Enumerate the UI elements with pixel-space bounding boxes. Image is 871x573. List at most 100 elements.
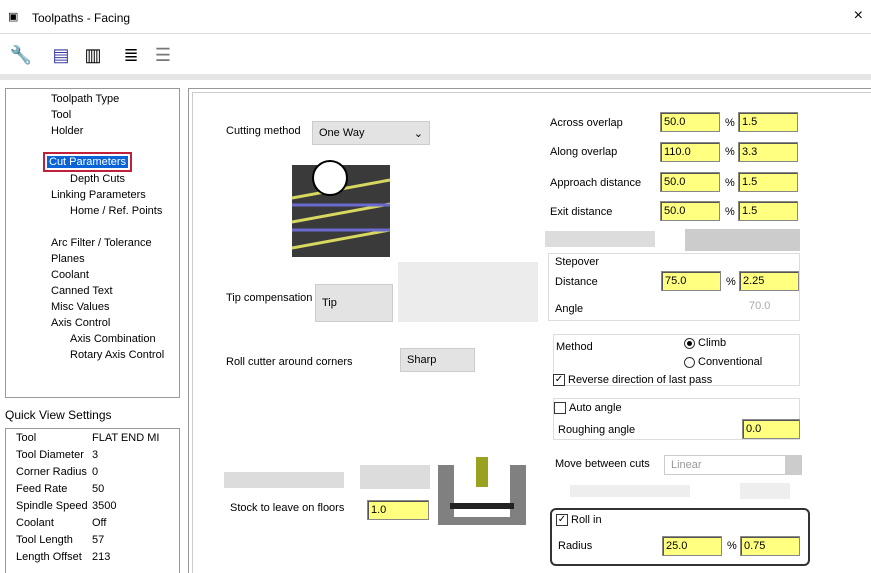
tree-item-cut-parameters[interactable]: Cut Parameters <box>42 152 133 172</box>
tree-item-tool[interactable]: Tool <box>51 109 71 121</box>
across-overlap-pct-input[interactable]: 50.0 <box>660 112 720 132</box>
move-between-cuts-value: Linear <box>671 459 702 471</box>
stepover-distance-label: Distance <box>555 276 598 288</box>
conventional-radio[interactable]: Conventional <box>684 356 762 368</box>
reverse-last-pass-label: Reverse direction of last pass <box>568 374 713 386</box>
climb-radio[interactable]: Climb <box>684 337 726 349</box>
roughing-angle-input[interactable]: 0.0 <box>742 419 800 439</box>
qv-value: FLAT END MI <box>92 432 160 444</box>
tree-item-linking-parameters[interactable]: Linking Parameters <box>51 189 146 201</box>
stepover-pct-input[interactable]: 75.0 <box>661 271 721 291</box>
qv-value: 3 <box>92 449 99 461</box>
angle-group: Auto angle Roughing angle 0.0 <box>553 398 800 440</box>
approach-distance-pct-input[interactable]: 50.0 <box>660 172 720 192</box>
along-overlap-input[interactable]: 3.3 <box>738 142 798 162</box>
approach-distance-input[interactable]: 1.5 <box>738 172 798 192</box>
paste-params-icon[interactable]: ☰ <box>150 40 176 70</box>
copy-params-icon[interactable]: ≣ <box>118 40 144 70</box>
toolbar: 🔧 ▤ ▥ ≣ ☰ <box>0 34 871 80</box>
cutting-method-label: Cutting method <box>226 125 301 137</box>
move-between-cuts-label: Move between cuts <box>555 458 650 470</box>
tree-item-planes[interactable]: Planes <box>51 253 85 265</box>
auto-angle-checkbox[interactable]: Auto angle <box>554 402 622 415</box>
roll-cutter-select[interactable]: Sharp <box>400 348 475 372</box>
exit-distance-pct-input[interactable]: 50.0 <box>660 201 720 221</box>
qv-key: Feed Rate <box>16 483 68 495</box>
save-icon[interactable]: ▤ <box>48 40 74 70</box>
tip-compensation-preview <box>398 262 538 322</box>
stepover-input[interactable]: 2.25 <box>739 271 799 291</box>
roll-in-pct-input[interactable]: 25.0 <box>662 536 722 556</box>
exit-distance-label: Exit distance <box>550 206 613 218</box>
qv-key: Tool Length <box>16 534 73 546</box>
qv-key: Tool Diameter <box>16 449 84 461</box>
roll-in-label: Roll in <box>571 514 602 526</box>
tree-item-toolpath-type[interactable]: Toolpath Type <box>51 93 119 105</box>
qv-key: Coolant <box>16 517 54 529</box>
roll-cutter-value: Sharp <box>407 354 437 366</box>
tree-item-rotary-axis-control[interactable]: Rotary Axis Control <box>70 349 164 361</box>
approach-distance-label: Approach distance <box>550 177 642 189</box>
qv-value: 0 <box>92 466 99 478</box>
tip-compensation-label: Tip compensation <box>226 292 313 304</box>
across-overlap-input[interactable]: 1.5 <box>738 112 798 132</box>
percent-sign: % <box>727 540 737 552</box>
tree-item-misc-values[interactable]: Misc Values <box>51 301 109 313</box>
tree-item-axis-combination[interactable]: Axis Combination <box>70 333 156 345</box>
percent-sign: % <box>725 117 735 129</box>
along-overlap-pct-input[interactable]: 110.0 <box>660 142 720 162</box>
tree-item-coolant[interactable]: Coolant <box>51 269 89 281</box>
window-title: Toolpaths - Facing <box>32 11 131 25</box>
qv-value: Off <box>92 517 107 529</box>
conventional-label: Conventional <box>698 356 763 368</box>
stepover-angle-input[interactable]: 70.0 <box>749 300 770 312</box>
percent-sign: % <box>725 206 735 218</box>
tree-item-holder[interactable]: Holder <box>51 125 83 137</box>
checkbox-unchecked-icon <box>554 402 566 415</box>
checkbox-checked-icon: ✓ <box>556 514 568 527</box>
stepover-angle-label: Angle <box>555 303 584 315</box>
qv-key: Tool <box>16 432 37 444</box>
move-between-cuts-select[interactable]: Linear <box>664 455 802 475</box>
checkbox-checked-icon: ✓ <box>553 374 565 387</box>
quick-view-label: Quick View Settings <box>5 408 112 422</box>
tool-icon[interactable]: 🔧 <box>8 40 34 70</box>
stock-floors-input[interactable]: 1.0 <box>367 500 429 520</box>
qv-value: 57 <box>92 534 105 546</box>
cutting-method-select[interactable]: One Way ⌄ <box>312 121 430 145</box>
qv-key: Corner Radius <box>16 466 87 478</box>
exit-distance-input[interactable]: 1.5 <box>738 201 798 221</box>
qv-value: 3500 <box>92 500 117 512</box>
tree-item-arc-filter[interactable]: Arc Filter / Tolerance <box>51 237 152 249</box>
disabled-field <box>545 231 655 247</box>
reverse-last-pass-checkbox[interactable]: ✓ Reverse direction of last pass <box>553 374 713 387</box>
tree-item-depth-cuts[interactable]: Depth Cuts <box>70 173 125 185</box>
roll-in-radius-label: Radius <box>558 540 593 552</box>
title-bar: ▣ Toolpaths - Facing × <box>0 0 871 34</box>
roll-cutter-label: Roll cutter around corners <box>226 356 353 368</box>
disabled-field <box>740 483 790 499</box>
chevron-down-icon <box>785 456 801 474</box>
roll-in-group: ✓ Roll in Radius 25.0 % 0.75 <box>550 508 810 566</box>
disabled-field <box>685 229 800 251</box>
stock-floors-label: Stock to leave on floors <box>230 502 345 514</box>
roll-in-checkbox[interactable]: ✓ Roll in <box>556 514 602 527</box>
roll-in-radius-input[interactable]: 0.75 <box>740 536 800 556</box>
tree-item-canned-text[interactable]: Canned Text <box>51 285 113 297</box>
tip-compensation-select[interactable]: Tip <box>315 284 393 322</box>
stepover-group: Stepover Distance 75.0 % 2.25 Angle 70.0 <box>548 253 800 321</box>
qv-key: Spindle Speed <box>16 500 88 512</box>
roughing-angle-label: Roughing angle <box>558 424 636 436</box>
chevron-down-icon: ⌄ <box>413 128 423 140</box>
stepover-label: Stepover <box>555 256 600 268</box>
percent-sign: % <box>725 177 735 189</box>
tree-item-axis-control[interactable]: Axis Control <box>51 317 110 329</box>
close-button[interactable]: × <box>854 7 863 25</box>
tree-item-home-ref-points[interactable]: Home / Ref. Points <box>70 205 162 217</box>
tip-compensation-value: Tip <box>322 297 337 309</box>
climb-label: Climb <box>698 337 727 349</box>
cutting-method-preview <box>292 160 391 257</box>
library-icon[interactable]: ▥ <box>80 40 106 70</box>
method-label: Method <box>556 341 593 353</box>
radio-icon <box>684 337 695 349</box>
